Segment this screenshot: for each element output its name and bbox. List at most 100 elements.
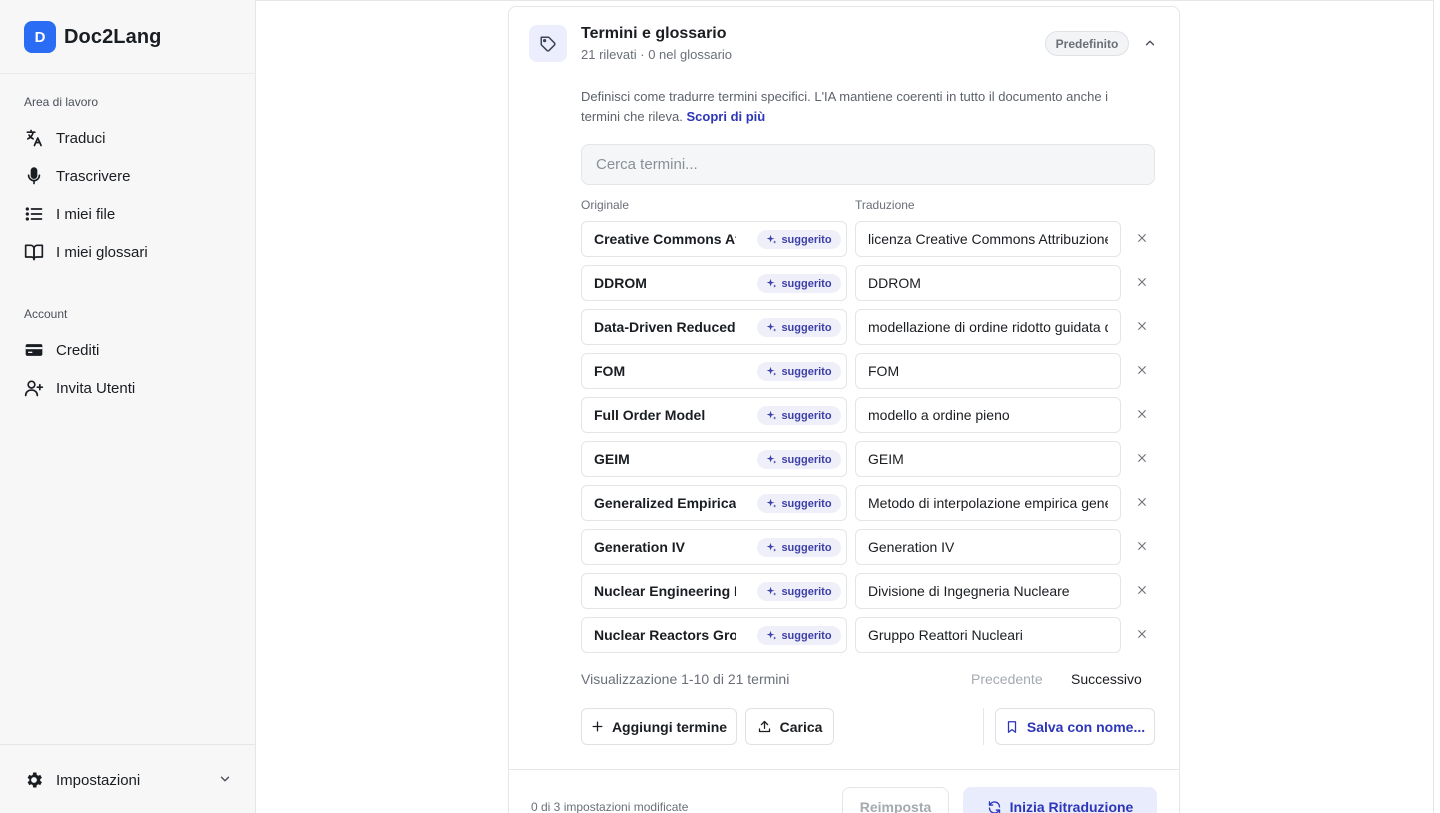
upload-label: Carica (779, 718, 823, 735)
workspace-section-label: Area di lavoro (24, 95, 99, 109)
divider (983, 708, 984, 745)
reset-button[interactable]: Reimposta (842, 787, 949, 813)
description-text: Definisci come tradurre termini specific… (581, 89, 1109, 124)
sidebar-item-label: I miei glossari (56, 243, 148, 261)
translation-input[interactable] (855, 221, 1121, 257)
suggested-label: suggerito (781, 541, 832, 554)
suggested-badge: suggerito (757, 318, 841, 337)
table-row: DDROM suggerito (581, 265, 1161, 301)
sparkles-icon (766, 542, 777, 553)
sidebar-item-invite-users[interactable]: Invita Utenti (24, 376, 135, 400)
table-row: FOM suggerito (581, 353, 1161, 389)
remove-term-button[interactable] (1135, 451, 1149, 465)
remove-term-button[interactable] (1135, 275, 1149, 289)
save-as-button[interactable]: Salva con nome... (995, 708, 1155, 745)
original-term-field[interactable]: Data-Driven Reduced Order Modeling sugge… (581, 309, 847, 345)
chevron-up-icon (1145, 40, 1155, 46)
panel-subtitle: 21 rilevati · 0 nel glossario (581, 47, 733, 62)
translation-input[interactable] (855, 529, 1121, 565)
suggested-badge: suggerito (757, 626, 841, 645)
column-header-translation: Traduzione (855, 198, 915, 212)
sparkles-icon (766, 366, 777, 377)
translation-input[interactable] (855, 397, 1121, 433)
next-page-button[interactable]: Successivo (1071, 671, 1142, 687)
original-term-field[interactable]: Nuclear Engineering Division suggerito (581, 573, 847, 609)
chevron-down-icon (218, 772, 232, 791)
translation-input[interactable] (855, 573, 1121, 609)
settings-toggle[interactable]: Impostazioni (24, 769, 232, 791)
sidebar-item-my-files[interactable]: I miei file (24, 202, 115, 226)
remove-term-button[interactable] (1135, 319, 1149, 333)
sidebar-item-credits[interactable]: Crediti (24, 338, 99, 362)
sidebar: D Doc2Lang Area di lavoro Traduci Trascr… (0, 0, 256, 813)
divider (256, 0, 1434, 1)
divider (509, 769, 1179, 770)
original-term-text: Generalized Empirical Interpolation Meth… (594, 495, 736, 511)
list-icon (24, 204, 44, 224)
user-plus-icon (24, 378, 44, 398)
remove-term-button[interactable] (1135, 231, 1149, 245)
close-icon (1138, 234, 1146, 242)
book-icon (24, 242, 44, 262)
upload-button[interactable]: Carica (745, 708, 834, 745)
table-row: Nuclear Reactors Group suggerito (581, 617, 1161, 653)
original-term-text: Creative Commons Attribution (594, 231, 736, 247)
modified-settings-info: 0 di 3 impostazioni modificate (531, 800, 689, 813)
close-icon (1138, 322, 1146, 330)
remove-term-button[interactable] (1135, 407, 1149, 421)
brand[interactable]: D Doc2Lang (24, 21, 161, 53)
collapse-button[interactable] (1140, 33, 1160, 53)
translation-input[interactable] (855, 485, 1121, 521)
original-term-field[interactable]: Nuclear Reactors Group suggerito (581, 617, 847, 653)
original-term-field[interactable]: FOM suggerito (581, 353, 847, 389)
original-term-field[interactable]: Generation IV suggerito (581, 529, 847, 565)
table-row: Nuclear Engineering Division suggerito (581, 573, 1161, 609)
suggested-label: suggerito (781, 585, 832, 598)
table-row: Creative Commons Attribution suggerito (581, 221, 1161, 257)
sparkles-icon (766, 630, 777, 641)
sidebar-item-translate[interactable]: Traduci (24, 126, 105, 150)
table-row: Full Order Model suggerito (581, 397, 1161, 433)
original-term-text: Nuclear Reactors Group (594, 627, 736, 643)
translation-input[interactable] (855, 441, 1121, 477)
suggested-label: suggerito (781, 365, 832, 378)
remove-term-button[interactable] (1135, 627, 1149, 641)
original-term-field[interactable]: Full Order Model suggerito (581, 397, 847, 433)
translation-input[interactable] (855, 353, 1121, 389)
original-term-field[interactable]: GEIM suggerito (581, 441, 847, 477)
original-term-field[interactable]: DDROM suggerito (581, 265, 847, 301)
sidebar-item-my-glossaries[interactable]: I miei glossari (24, 240, 148, 264)
remove-term-button[interactable] (1135, 495, 1149, 509)
original-term-text: GEIM (594, 451, 630, 467)
close-icon (1138, 498, 1146, 506)
bookmark-icon (1005, 720, 1019, 734)
remove-term-button[interactable] (1135, 583, 1149, 597)
table-row: Generalized Empirical Interpolation Meth… (581, 485, 1161, 521)
translation-input[interactable] (855, 617, 1121, 653)
suggested-label: suggerito (781, 233, 832, 246)
sidebar-item-transcribe[interactable]: Trascrivere (24, 164, 130, 188)
add-term-button[interactable]: Aggiungi termine (581, 708, 737, 745)
suggested-badge: suggerito (757, 582, 841, 601)
translation-input[interactable] (855, 309, 1121, 345)
original-term-field[interactable]: Generalized Empirical Interpolation Meth… (581, 485, 847, 521)
suggested-label: suggerito (781, 497, 832, 510)
close-icon (1138, 454, 1146, 462)
original-term-text: DDROM (594, 275, 647, 291)
suggested-badge: suggerito (757, 274, 841, 293)
sparkles-icon (766, 410, 777, 421)
brand-logo: D (24, 21, 56, 53)
original-term-field[interactable]: Creative Commons Attribution suggerito (581, 221, 847, 257)
suggested-label: suggerito (781, 321, 832, 334)
suggested-badge: suggerito (757, 538, 841, 557)
suggested-label: suggerito (781, 453, 832, 466)
start-retranslation-button[interactable]: Inizia Ritraduzione (963, 787, 1157, 813)
learn-more-link[interactable]: Scopri di più (687, 109, 766, 124)
close-icon (1138, 278, 1146, 286)
save-as-label: Salva con nome... (1026, 718, 1146, 735)
translation-input[interactable] (855, 265, 1121, 301)
remove-term-button[interactable] (1135, 363, 1149, 377)
remove-term-button[interactable] (1135, 539, 1149, 553)
search-input[interactable] (581, 144, 1155, 185)
previous-page-button[interactable]: Precedente (971, 671, 1043, 687)
